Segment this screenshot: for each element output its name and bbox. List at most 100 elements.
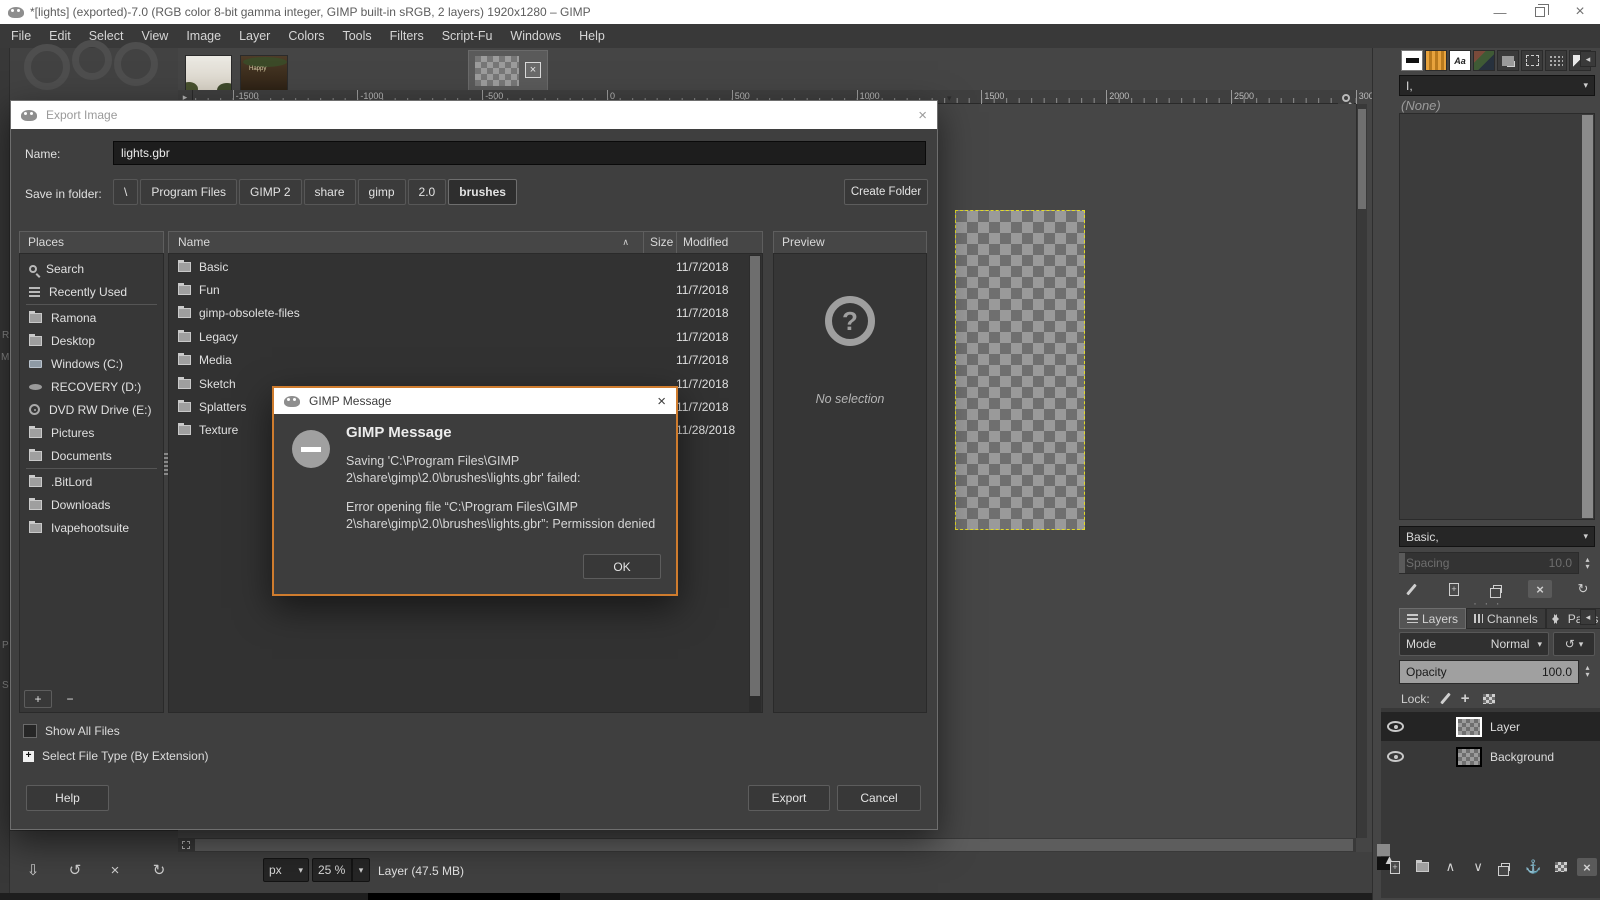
menu-help[interactable]: Help (570, 24, 614, 48)
show-all-files-checkbox[interactable] (23, 724, 37, 738)
column-modified[interactable]: Modified (676, 232, 762, 253)
menu-filters[interactable]: Filters (381, 24, 433, 48)
breadcrumb-brushes[interactable]: brushes (448, 179, 517, 205)
lock-pixels-icon[interactable] (1440, 693, 1451, 705)
breadcrumb-share[interactable]: share (304, 179, 356, 205)
file-row-media[interactable]: Media11/7/2018 (169, 349, 762, 372)
dock-tab-images[interactable] (1473, 50, 1495, 71)
help-button[interactable]: Help (26, 785, 109, 811)
lower-layer-button[interactable]: ∨ (1466, 856, 1490, 878)
breadcrumb--[interactable]: \ (113, 179, 138, 205)
visibility-eye-icon[interactable] (1387, 751, 1404, 762)
breadcrumb-gimp[interactable]: gimp (358, 179, 406, 205)
show-all-files-label[interactable]: Show All Files (45, 724, 120, 738)
layers-panel-menu-button[interactable]: ◂ (1580, 609, 1596, 625)
close-button[interactable]: × (1560, 0, 1600, 24)
new-group-button[interactable] (1411, 856, 1435, 878)
restore-tool-preset-button[interactable]: ↺ (64, 859, 86, 881)
message-dialog-titlebar[interactable]: GIMP Message × (274, 388, 676, 414)
places-header[interactable]: Places (19, 231, 164, 254)
add-place-button[interactable]: + (24, 690, 52, 708)
file-type-label[interactable]: Select File Type (By Extension) (42, 749, 209, 763)
place-pictures[interactable]: Pictures (20, 421, 163, 444)
sort-asc-icon[interactable]: ∧ (622, 232, 629, 253)
opacity-slider[interactable]: Opacity 100.0 (1399, 660, 1579, 684)
layer-thumbnail[interactable] (1456, 747, 1482, 767)
dock-collapse-button[interactable]: ◂ (1580, 51, 1596, 67)
place-dvd-rw-drive-e-[interactable]: DVD RW Drive (E:) (20, 398, 163, 421)
layer-name[interactable]: Layer (1490, 720, 1520, 734)
vscroll-thumb[interactable] (1358, 109, 1366, 209)
export-button[interactable]: Export (748, 785, 830, 811)
delete-tool-preset-button[interactable]: × (104, 859, 126, 881)
delete-brush-button[interactable]: × (1528, 580, 1552, 598)
quickmask-toggle[interactable] (178, 838, 194, 852)
export-dialog-titlebar[interactable]: Export Image × (11, 101, 937, 129)
anchor-layer-button[interactable]: ⚓ (1522, 856, 1546, 878)
lock-position-icon[interactable]: + (1461, 690, 1470, 707)
unit-dropdown[interactable]: px▾ (263, 858, 309, 882)
place-recently-used[interactable]: Recently Used (20, 280, 163, 303)
file-row-gimp-obsolete-files[interactable]: gimp-obsolete-files11/7/2018 (169, 302, 762, 325)
dock-tab-patterns[interactable] (1425, 50, 1447, 71)
zoom-value[interactable]: 25 % (312, 858, 352, 882)
save-tool-preset-button[interactable]: ⇩ (22, 859, 44, 881)
brush-filter-dropdown[interactable]: I, ▾ (1399, 75, 1595, 96)
layer-name[interactable]: Background (1490, 750, 1554, 764)
visibility-eye-icon[interactable] (1387, 721, 1404, 732)
remove-place-button[interactable]: − (56, 690, 84, 708)
column-name[interactable]: Name (178, 232, 622, 253)
create-folder-button[interactable]: Create Folder (844, 179, 928, 205)
dock-tab-palettes[interactable] (1545, 50, 1567, 71)
breadcrumb-gimp-2[interactable]: GIMP 2 (239, 179, 301, 205)
file-row-basic[interactable]: Basic11/7/2018 (169, 255, 762, 278)
image-tab-photo2[interactable]: Happy (240, 55, 288, 91)
file-row-fun[interactable]: Fun11/7/2018 (169, 278, 762, 301)
dock-tab-fonts[interactable]: Aa (1449, 50, 1471, 71)
brush-list[interactable] (1399, 113, 1595, 520)
files-scrollbar-thumb[interactable] (750, 256, 760, 696)
restore-button[interactable] (1520, 0, 1560, 24)
merge-layer-button[interactable] (1549, 856, 1573, 878)
raise-layer-button[interactable]: ∧ (1438, 856, 1462, 878)
image-tab-photo1[interactable] (185, 55, 232, 91)
opacity-spinner[interactable]: ▴▾ (1580, 660, 1595, 682)
ok-button[interactable]: OK (583, 554, 661, 579)
menu-layer[interactable]: Layer (230, 24, 279, 48)
brush-list-scrollbar[interactable] (1582, 115, 1593, 518)
place-windows-c-[interactable]: Windows (C:) (20, 352, 163, 375)
lock-alpha-icon[interactable] (1483, 694, 1495, 704)
menu-tools[interactable]: Tools (333, 24, 380, 48)
file-row-legacy[interactable]: Legacy11/7/2018 (169, 325, 762, 348)
dock-tab-brushes[interactable] (1401, 50, 1423, 71)
spacing-spinner[interactable]: ▴▾ (1580, 552, 1595, 574)
image-tab-active[interactable]: × (468, 50, 548, 90)
dock-tab-tool-presets[interactable] (1497, 50, 1519, 71)
duplicate-layer-button[interactable] (1494, 856, 1518, 878)
menu-file[interactable]: File (2, 24, 40, 48)
files-scrollbar[interactable] (749, 255, 761, 712)
new-layer-button[interactable]: + (1383, 856, 1407, 878)
refresh-brushes-button[interactable]: ↻ (1571, 580, 1595, 598)
mode-reset-button[interactable]: ↺▾ (1553, 632, 1595, 656)
place-downloads[interactable]: Downloads (20, 493, 163, 516)
reset-tool-options-button[interactable]: ↻ (148, 859, 170, 881)
zoom-follow-button[interactable] (1338, 91, 1354, 104)
tab-close-icon[interactable]: × (525, 62, 541, 78)
spacing-slider[interactable]: Spacing 10.0 (1399, 552, 1579, 574)
menu-image[interactable]: Image (177, 24, 230, 48)
place-search[interactable]: Search (20, 257, 163, 280)
edit-brush-button[interactable] (1399, 580, 1423, 598)
zoom-dropdown[interactable]: ▾ (352, 858, 370, 882)
breadcrumb-program-files[interactable]: Program Files (140, 179, 237, 205)
layer-row-active[interactable]: Layer (1381, 712, 1600, 741)
breadcrumb-2-0[interactable]: 2.0 (408, 179, 447, 205)
menu-windows[interactable]: Windows (501, 24, 570, 48)
new-brush-button[interactable]: + (1442, 580, 1466, 598)
cancel-button[interactable]: Cancel (837, 785, 921, 811)
filename-input[interactable]: lights.gbr (113, 141, 926, 165)
canvas-vertical-scrollbar[interactable] (1356, 104, 1367, 838)
place-ivapehootsuite[interactable]: Ivapehootsuite (20, 516, 163, 539)
menu-script-fu[interactable]: Script-Fu (433, 24, 502, 48)
place-recovery-d-[interactable]: RECOVERY (D:) (20, 375, 163, 398)
